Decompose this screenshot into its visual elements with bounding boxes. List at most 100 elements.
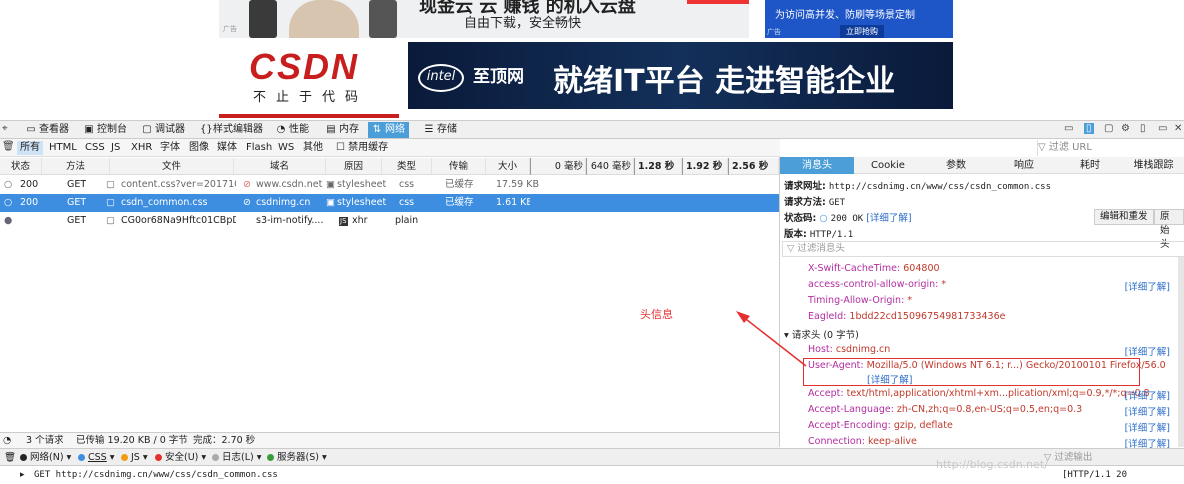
filter-html[interactable]: HTML xyxy=(46,141,80,155)
request-row[interactable]: ○ 200 GET ▢ content.css?ver=20171020 ⊘ w… xyxy=(0,176,779,194)
tab-debugger[interactable]: ▢ 调试器 xyxy=(138,122,189,138)
responsive-icon[interactable]: ▢ xyxy=(1104,123,1113,134)
status-dot-icon: ○ xyxy=(4,179,13,190)
column-type[interactable]: 类型 xyxy=(382,158,432,175)
timeline-tick: 640 毫秒 xyxy=(586,158,634,175)
csdn-logo[interactable]: CSDN 不止于代码 xyxy=(219,42,399,118)
learn-more-link[interactable]: [详细了解] xyxy=(1125,420,1170,434)
toggle-toolbox-icon[interactable]: ▯ xyxy=(1084,123,1094,134)
tab-cookies[interactable]: Cookie xyxy=(854,157,922,174)
performance-analysis-icon[interactable]: ◔ xyxy=(3,433,11,449)
tab-inspector[interactable]: ▭ 查看器 xyxy=(22,122,73,138)
column-file[interactable]: 文件 xyxy=(110,158,234,175)
annotation-label: 头信息 xyxy=(640,308,673,321)
response-header: EagleId: 1bdd22cd15096754981733436e xyxy=(808,311,1006,322)
request-count: 3 个请求 xyxy=(26,435,64,446)
separate-window-icon[interactable]: ▭ xyxy=(1158,123,1167,134)
filter-other[interactable]: 其他 xyxy=(300,141,326,155)
tab-memory[interactable]: ▤ 内存 xyxy=(322,122,363,138)
request-header: Accept: text/html,application/xhtml+xm..… xyxy=(808,388,1150,399)
ad-subline: 自由下载，安全畅快 xyxy=(464,16,582,31)
filter-icon: ▽ xyxy=(1038,142,1046,153)
filter-all[interactable]: 所有 xyxy=(17,141,43,155)
filter-fonts[interactable]: 字体 xyxy=(157,141,183,155)
ad-accent-bar xyxy=(687,0,749,4)
raw-headers-button[interactable]: 原始头 xyxy=(1154,209,1184,250)
dock-icon[interactable]: ▯ xyxy=(1140,123,1146,134)
annotation-highlight-box xyxy=(803,358,1140,386)
learn-more-link[interactable]: [详细了解] xyxy=(1125,404,1170,418)
chevron-down-icon: ▾ xyxy=(784,330,789,341)
column-status[interactable]: 状态 xyxy=(0,158,42,175)
console-filter-input[interactable]: ▽ 过滤输出 xyxy=(1044,449,1092,467)
request-headers-section[interactable]: ▾ 请求头 (0 字节) xyxy=(784,327,859,341)
version-line: 版本: HTTP/1.1 xyxy=(784,229,854,240)
checkbox-icon: ☐ xyxy=(336,142,345,153)
request-row[interactable]: ● GET ▢ CG0or68Na9Hftc01CBpD... s3-im-no… xyxy=(0,212,779,230)
ad-banner-intel[interactable]: intel 至顶网 就绪IT平台 走进智能企业 xyxy=(408,42,953,109)
ad-banner-cloud[interactable]: 广告 现金云 云 赚钱 的机入云盘 自由下载，安全畅快 xyxy=(219,0,749,38)
learn-more-link[interactable]: [详细了解] xyxy=(866,213,911,224)
network-status-bar: ◔ 3 个请求 已传输 19.20 KB / 0 字节 完成：2.70 秒 xyxy=(0,432,779,448)
watermark: http://blog.csdn.net/ xyxy=(936,458,1048,471)
filter-js[interactable]: JS xyxy=(108,141,123,155)
learn-more-link[interactable]: [详细了解] xyxy=(1125,279,1170,293)
filter-media[interactable]: 媒体 xyxy=(214,141,240,155)
tab-style-editor[interactable]: {}样式编辑器 xyxy=(196,122,267,138)
ad-banner-security[interactable]: 为访问高并发、防刷等场景定制 立即抢购 广告 xyxy=(765,0,953,38)
column-transferred[interactable]: 传输 xyxy=(432,158,486,175)
learn-more-link[interactable]: [详细了解] xyxy=(1125,344,1170,358)
debugger-icon: ▢ xyxy=(142,124,152,135)
edit-resend-button[interactable]: 编辑和重发 xyxy=(1094,209,1154,225)
filter-css[interactable]: CSS xyxy=(82,141,108,155)
pick-element-icon[interactable]: ⌖ xyxy=(2,123,8,134)
console-filter-network[interactable]: 网络(N) ▾ xyxy=(20,449,71,467)
phone-image xyxy=(369,0,397,38)
close-icon[interactable]: ✕ xyxy=(1174,123,1182,134)
clear-icon[interactable]: 🗑 xyxy=(2,141,15,152)
tab-console[interactable]: ▣ 控制台 xyxy=(80,122,131,138)
ad-buy-button[interactable]: 立即抢购 xyxy=(840,25,884,38)
network-icon: ⇅ xyxy=(372,124,382,135)
tab-stack-trace[interactable]: 堆栈跟踪 xyxy=(1122,157,1184,174)
logging-dot-icon xyxy=(212,454,219,461)
split-console-icon[interactable]: ▭ xyxy=(1064,123,1073,134)
column-method[interactable]: 方法 xyxy=(42,158,110,175)
inspector-icon: ▭ xyxy=(26,124,36,135)
tab-performance[interactable]: ◔ 性能 xyxy=(272,122,313,138)
scrollbar[interactable] xyxy=(1178,257,1184,447)
column-size[interactable]: 大小 xyxy=(486,158,530,175)
filter-xhr[interactable]: XHR xyxy=(128,141,155,155)
console-filter-logging[interactable]: 日志(L) ▾ xyxy=(212,449,262,467)
learn-more-link[interactable]: [详细了解] xyxy=(1125,388,1170,402)
transferred-summary: 已传输 19.20 KB / 0 字节 xyxy=(76,435,188,446)
tab-storage[interactable]: ☰ 存储 xyxy=(420,122,461,138)
request-header: Accept-Language: zh-CN,zh;q=0.8,en-US;q=… xyxy=(808,404,1083,415)
logo-slogan: 不止于代码 xyxy=(253,90,369,105)
tab-timings[interactable]: 耗时 xyxy=(1058,157,1122,174)
request-url-line: 请求网址: http://csdnimg.cn/www/css/csdn_com… xyxy=(784,181,1052,192)
filter-flash[interactable]: Flash xyxy=(243,141,275,155)
column-cause[interactable]: 原因 xyxy=(326,158,382,175)
gear-icon[interactable]: ⚙ xyxy=(1121,123,1130,134)
disable-cache-checkbox[interactable]: ☐ 禁用缓存 xyxy=(333,141,391,155)
request-header: Accept-Encoding: gzip, deflate xyxy=(808,420,953,431)
column-domain[interactable]: 域名 xyxy=(234,158,326,175)
request-row[interactable]: ○ 200 GET ▢ csdn_common.css ⊘ csdnimg.cn… xyxy=(0,194,779,212)
console-icon: ▣ xyxy=(84,124,94,135)
console-filter-server[interactable]: 服务器(S) ▾ xyxy=(267,449,327,467)
console-filter-css[interactable]: CSS ▾ xyxy=(78,449,115,467)
url-filter-input[interactable]: ▽ 过滤 URL xyxy=(1037,140,1184,156)
filter-ws[interactable]: WS xyxy=(275,141,297,155)
tab-headers[interactable]: 消息头 xyxy=(780,157,854,174)
tab-response[interactable]: 响应 xyxy=(990,157,1058,174)
clear-console-icon[interactable]: 🗑 xyxy=(4,449,16,467)
console-filter-js[interactable]: JS ▾ xyxy=(121,449,148,467)
tab-network[interactable]: ⇅ 网络 xyxy=(368,122,409,138)
expand-icon[interactable]: ▸ xyxy=(20,466,25,484)
filter-images[interactable]: 图像 xyxy=(186,141,212,155)
filter-headers-input[interactable]: ▽ 过滤消息头 xyxy=(782,241,1184,257)
tab-params[interactable]: 参数 xyxy=(922,157,990,174)
network-dot-icon xyxy=(20,454,27,461)
console-filter-security[interactable]: 安全(U) ▾ xyxy=(155,449,206,467)
